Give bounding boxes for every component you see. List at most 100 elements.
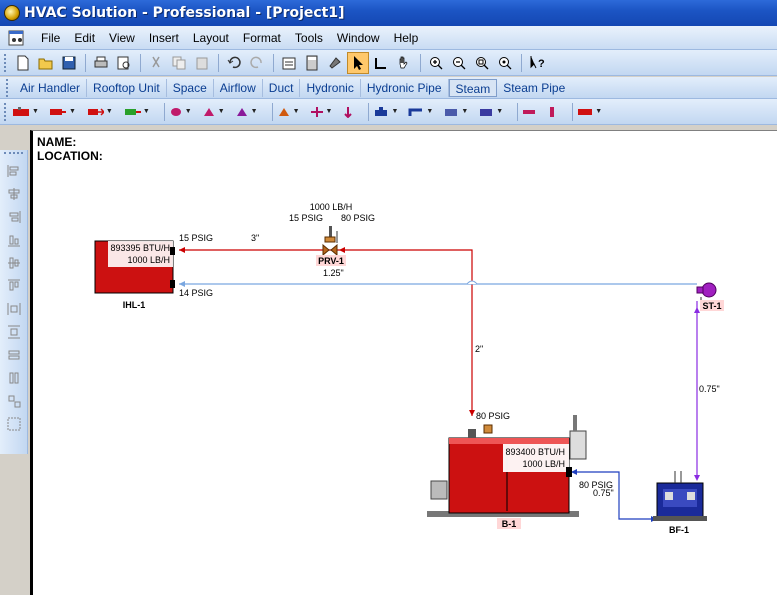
dropdown-arrow-icon[interactable]: ▼ — [595, 108, 602, 115]
trap-size: 0.75" — [699, 384, 720, 394]
dropdown-arrow-icon[interactable]: ▼ — [391, 108, 398, 115]
redo-icon[interactable] — [246, 52, 268, 74]
align-center-icon[interactable] — [4, 184, 24, 204]
dropdown-arrow-icon[interactable]: ▼ — [106, 108, 113, 115]
tab-hydronic[interactable]: Hydronic — [300, 78, 361, 97]
zoom-fit-icon[interactable] — [471, 52, 493, 74]
print-icon[interactable] — [90, 52, 112, 74]
group-icon[interactable] — [4, 414, 24, 434]
distribute-horizontal-icon[interactable] — [4, 299, 24, 319]
toolbar-grip[interactable] — [4, 102, 8, 121]
align-top-icon[interactable] — [4, 276, 24, 296]
context-help-icon[interactable]: ? — [526, 52, 548, 74]
toolbar-grip[interactable] — [4, 53, 8, 72]
dropdown-arrow-icon[interactable]: ▼ — [69, 108, 76, 115]
tab-steam-pipe[interactable]: Steam Pipe — [497, 79, 571, 97]
menu-window[interactable]: Window — [330, 27, 387, 49]
new-icon[interactable] — [12, 52, 34, 74]
coil-tool[interactable]: ▼ — [86, 106, 113, 118]
calculator-icon[interactable] — [301, 52, 323, 74]
same-size-icon[interactable] — [4, 391, 24, 411]
toolbar-grip[interactable] — [4, 152, 23, 158]
ihl-out-pressure: 14 PSIG — [179, 288, 213, 298]
steam-trap[interactable] — [696, 282, 717, 301]
same-height-icon[interactable] — [4, 368, 24, 388]
boiler-feed-unit[interactable] — [653, 471, 707, 521]
copy-icon[interactable] — [168, 52, 190, 74]
trap-tool[interactable]: ▼ — [373, 106, 398, 118]
toolbar-separator — [273, 53, 274, 72]
print-preview-icon[interactable] — [113, 52, 135, 74]
dropdown-arrow-icon[interactable]: ▼ — [218, 108, 225, 115]
dropdown-arrow-icon[interactable]: ▼ — [496, 108, 503, 115]
ihl-in-pressure: 15 PSIG — [179, 233, 213, 243]
receiver-tool[interactable]: ▼ — [443, 106, 468, 118]
valve-tool[interactable]: ▼ — [277, 106, 300, 118]
flash-tank-tool[interactable]: ▼ — [235, 106, 258, 118]
menu-insert[interactable]: Insert — [142, 27, 186, 49]
open-icon[interactable] — [35, 52, 57, 74]
drawing-canvas[interactable]: NAME: LOCATION: 893395 BTU/H 1000 LB/H I… — [30, 130, 777, 595]
feed-size: 0.75" — [593, 488, 614, 498]
separator-tool[interactable]: ▼ — [202, 106, 225, 118]
align-right-icon[interactable] — [4, 207, 24, 227]
tab-steam[interactable]: Steam — [448, 78, 498, 97]
dropdown-arrow-icon[interactable]: ▼ — [32, 108, 39, 115]
align-bottom-icon[interactable] — [4, 230, 24, 250]
dropdown-arrow-icon[interactable]: ▼ — [461, 108, 468, 115]
toolbar-separator — [271, 102, 273, 121]
paste-icon[interactable] — [191, 52, 213, 74]
zoom-out-icon[interactable] — [448, 52, 470, 74]
menu-view[interactable]: View — [102, 27, 142, 49]
menu-help[interactable]: Help — [387, 27, 426, 49]
menu-layout[interactable]: Layout — [186, 27, 236, 49]
heat-exchanger-tool[interactable]: ▼ — [49, 106, 76, 118]
menu-tools[interactable]: Tools — [288, 27, 330, 49]
same-width-icon[interactable] — [4, 345, 24, 365]
dropdown-arrow-icon[interactable]: ▼ — [326, 108, 333, 115]
boiler-steam-pressure: 80 PSIG — [476, 411, 510, 421]
dropdown-arrow-icon[interactable]: ▼ — [293, 108, 300, 115]
align-middle-icon[interactable] — [4, 253, 24, 273]
cut-icon[interactable] — [145, 52, 167, 74]
app-icon[interactable] — [4, 5, 20, 21]
strainer-tool[interactable] — [342, 106, 354, 118]
connector-icon[interactable] — [370, 52, 392, 74]
exhaust-tool[interactable]: ▼ — [577, 106, 602, 118]
document-icon[interactable] — [6, 28, 28, 48]
align-left-icon[interactable] — [4, 161, 24, 181]
tab-hydronic-pipe[interactable]: Hydronic Pipe — [361, 78, 449, 97]
prv-tool[interactable]: ▼ — [310, 106, 333, 118]
standard-toolbar: ? — [0, 50, 777, 76]
dropdown-arrow-icon[interactable]: ▼ — [251, 108, 258, 115]
condensate-pump-tool[interactable]: ▼ — [408, 106, 433, 118]
menu-edit[interactable]: Edit — [67, 27, 102, 49]
undo-icon[interactable] — [223, 52, 245, 74]
paint-icon[interactable] — [324, 52, 346, 74]
prv-valve[interactable] — [322, 226, 338, 257]
deaerator-tool[interactable]: ▼ — [478, 106, 503, 118]
dropdown-arrow-icon[interactable]: ▼ — [426, 108, 433, 115]
tab-air-handler[interactable]: Air Handler — [14, 78, 88, 97]
dropdown-arrow-icon[interactable]: ▼ — [143, 108, 150, 115]
tab-duct[interactable]: Duct — [263, 78, 301, 97]
distribute-vertical-icon[interactable] — [4, 322, 24, 342]
zoom-in-icon[interactable] — [425, 52, 447, 74]
properties-icon[interactable] — [278, 52, 300, 74]
tab-rooftop-unit[interactable]: Rooftop Unit — [87, 78, 167, 97]
pan-hand-icon[interactable] — [393, 52, 415, 74]
tab-airflow[interactable]: Airflow — [214, 78, 263, 97]
menu-format[interactable]: Format — [236, 27, 288, 49]
unit-heater-tool[interactable]: ▼ — [123, 106, 150, 118]
menu-file[interactable]: File — [34, 27, 67, 49]
toolbar-grip[interactable] — [6, 78, 10, 97]
tab-space[interactable]: Space — [167, 78, 214, 97]
dropdown-arrow-icon[interactable]: ▼ — [185, 108, 192, 115]
tank-tool[interactable]: ▼ — [169, 106, 192, 118]
save-icon[interactable] — [58, 52, 80, 74]
zoom-page-icon[interactable] — [494, 52, 516, 74]
pointer-icon[interactable] — [347, 51, 369, 74]
boiler-tool[interactable]: ▼ — [12, 106, 39, 118]
pipe-tool[interactable] — [522, 106, 536, 118]
riser-tool[interactable] — [546, 106, 558, 118]
